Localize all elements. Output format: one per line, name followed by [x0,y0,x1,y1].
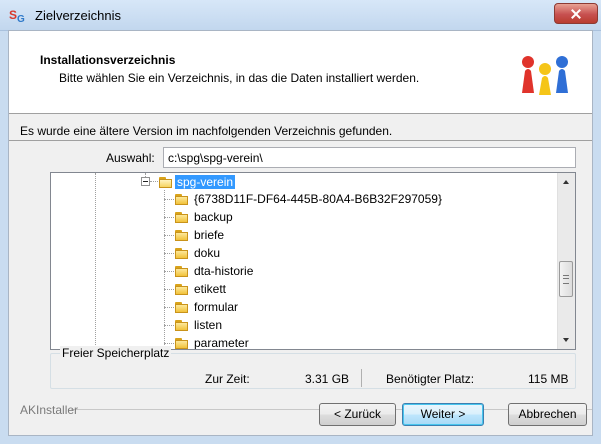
tree-item[interactable]: etikett [194,280,226,298]
app-icon-sub: G [17,14,25,25]
tree-item-label: parameter [194,336,249,350]
tree-guide-line [95,173,96,349]
tree-item-label: doku [194,246,221,260]
folder-icon [175,301,190,313]
folder-icon [175,265,190,277]
window-title: Zielverzeichnis [35,8,121,23]
tree-branch-line [164,343,174,344]
app-icon-main: S [9,8,18,22]
tree-item[interactable]: parameter [194,334,249,350]
field-separator [361,369,362,387]
scroll-up-button[interactable] [558,173,575,190]
tree-item-label: dta-historie [194,264,254,278]
tree-branch-line [164,289,174,290]
tree-branch-line [164,199,174,200]
next-button[interactable]: Weiter > [402,403,484,426]
current-space-label: Zur Zeit: [205,372,250,386]
installer-label: AKInstaller [20,403,79,417]
tree-item[interactable]: doku [194,244,220,262]
vertical-scrollbar[interactable] [557,173,575,349]
tree-item[interactable]: briefe [194,226,224,244]
tree-branch-line [164,217,174,218]
folder-icon [175,211,190,223]
cancel-button[interactable]: Abbrechen [508,403,587,426]
folder-tree[interactable]: spg-verein {6738D11F-DF64-445B-80A4-B6B3… [50,172,576,350]
folder-icon [175,319,190,331]
tree-item-root[interactable]: spg-verein [175,173,236,191]
tree-item-label: formular [194,300,239,314]
tree-item-label: spg-verein [175,175,236,189]
tree-item[interactable]: dta-historie [194,262,253,280]
required-space-label: Benötigter Platz: [386,372,475,386]
tree-branch-line [150,181,158,182]
separator [9,140,592,141]
tree-item-label: backup [194,210,233,224]
tree-item[interactable]: backup [194,208,233,226]
disk-space-title: Freier Speicherplatz [60,346,172,360]
tree-item-label: etikett [194,282,227,296]
tree-branch-line [164,253,174,254]
tree-item[interactable]: formular [194,298,238,316]
header-subtitle: Bitte wählen Sie ein Verzeichnis, in das… [59,71,420,85]
current-space-value: 3.31 GB [305,372,350,386]
tree-branch-line [164,325,174,326]
selection-label: Auswahl: [106,151,155,165]
folder-icon [175,229,190,241]
info-text: Es wurde eine ältere Version im nachfolg… [20,124,393,138]
tree-content: spg-verein {6738D11F-DF64-445B-80A4-B6B3… [51,173,557,349]
folder-icon [175,193,190,205]
required-space-value: 115 MB [528,372,569,386]
app-icon: SG [9,8,25,25]
folder-icon [175,283,190,295]
back-button[interactable]: < Zurück [319,403,396,426]
scroll-down-button[interactable] [558,332,575,349]
folder-icon [175,337,190,349]
users-group-icon [522,56,568,95]
path-input[interactable] [163,147,576,168]
tree-item-label: {6738D11F-DF64-445B-80A4-B6B32F297059} [194,192,442,206]
tree-branch-line [164,235,174,236]
collapse-toggle[interactable] [141,177,150,186]
folder-open-icon [159,176,174,188]
tree-branch-line [164,307,174,308]
tree-branch-line [164,271,174,272]
header-title: Installationsverzeichnis [40,53,176,67]
tree-item-label: briefe [194,228,225,242]
scroll-thumb[interactable] [559,261,573,297]
dialog-client: Installationsverzeichnis Bitte wählen Si… [8,30,593,436]
title-bar: SG Zielverzeichnis [0,0,601,31]
tree-item[interactable]: listen [194,316,222,334]
tree-item[interactable]: {6738D11F-DF64-445B-80A4-B6B32F297059} [194,190,442,208]
folder-icon [175,247,190,259]
wizard-header: Installationsverzeichnis Bitte wählen Si… [9,31,592,114]
close-button[interactable] [554,3,598,24]
tree-item-label: listen [194,318,223,332]
